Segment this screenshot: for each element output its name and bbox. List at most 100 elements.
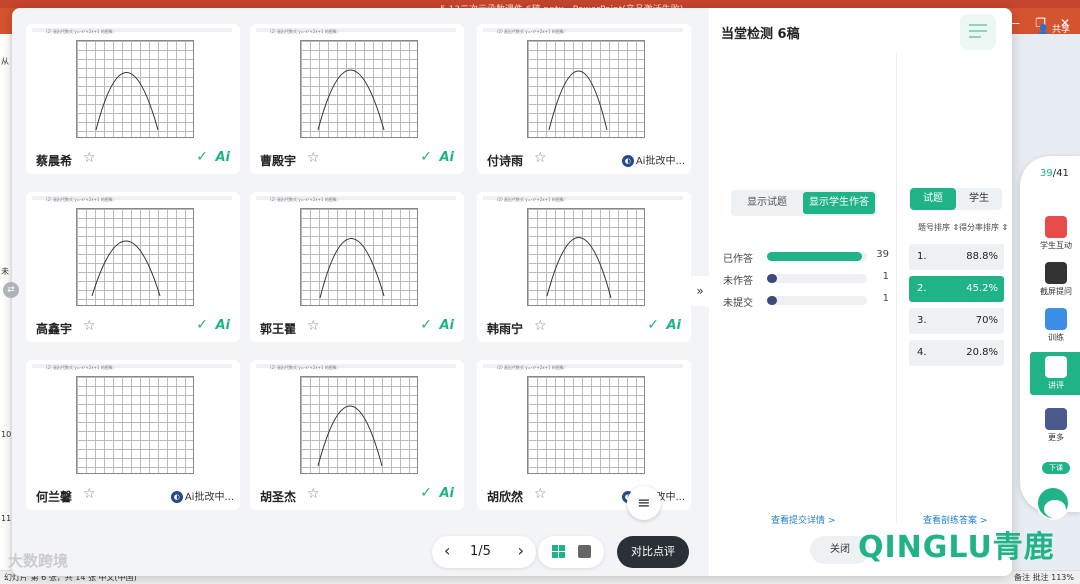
- grid-view-icon[interactable]: [552, 545, 565, 558]
- answer-thumbnail[interactable]: (2) 画出代数式 y=-x²+2x+1 的图象:: [477, 24, 691, 144]
- student-card[interactable]: (2) 画出代数式 y=-x²+2x+1 的图象: 胡圣杰 ☆ ✓ Ai: [250, 360, 464, 510]
- ai-grading-status: ◐Ai批改中...: [170, 488, 234, 503]
- stat-bar: [767, 274, 867, 283]
- count-total: /41: [1052, 168, 1069, 179]
- count-current: 39: [1040, 168, 1053, 179]
- panel-tabs: 试题 学生: [910, 188, 1002, 210]
- answer-thumbnail[interactable]: (2) 画出代数式 y=-x²+2x+1 的图象:: [26, 360, 240, 480]
- grading-text: Ai批改中...: [184, 492, 234, 503]
- ai-graded-badge: Ai: [215, 150, 230, 165]
- watermark-right: QINGLU青鹿: [858, 530, 1055, 565]
- ai-graded-badge: Ai: [439, 486, 454, 501]
- score-rate: 45.2%: [966, 283, 998, 294]
- mascot-avatar[interactable]: [1036, 486, 1070, 520]
- collapse-panel-button[interactable]: »: [691, 276, 709, 306]
- stat-count: 39: [876, 249, 889, 260]
- student-card[interactable]: (2) 画出代数式 y=-x²+2x+1 的图象: 郭王瞿 ☆ ✓ Ai: [250, 192, 464, 342]
- question-score-row[interactable]: 3. 70%: [909, 308, 1004, 334]
- toolbar-item-label: 训练: [1048, 333, 1064, 342]
- toolbar-item[interactable]: 训练: [1030, 308, 1080, 343]
- checked-icon: ✓: [420, 317, 432, 333]
- sort-by-score[interactable]: 得分率排序 ⇕: [959, 222, 1008, 233]
- favorite-star-icon[interactable]: ☆: [83, 486, 96, 502]
- question-score-row[interactable]: 4. 20.8%: [909, 340, 1004, 366]
- answer-thumbnail[interactable]: (2) 画出代数式 y=-x²+2x+1 的图象:: [26, 24, 240, 144]
- question-text: (2) 画出代数式 y=-x²+2x+1 的图象:: [497, 29, 566, 34]
- favorite-star-icon[interactable]: ☆: [307, 318, 320, 334]
- student-card[interactable]: (2) 画出代数式 y=-x²+2x+1 的图象: 蔡晨希 ☆ ✓ Ai: [26, 24, 240, 174]
- toolbar-item-icon: [1045, 356, 1067, 378]
- favorite-star-icon[interactable]: ☆: [534, 318, 547, 334]
- toolbar-item-label: 更多: [1048, 433, 1064, 442]
- student-card[interactable]: (2) 画出代数式 y=-x²+2x+1 的图象: 何兰馨 ☆ ◐ Ai批改中...: [26, 360, 240, 510]
- checked-icon: ✓: [420, 485, 432, 501]
- question-text: (2) 画出代数式 y=-x²+2x+1 的图象:: [270, 29, 339, 34]
- compare-review-button[interactable]: 对比点评: [617, 536, 689, 568]
- question-number: 2.: [917, 283, 927, 294]
- favorite-star-icon[interactable]: ☆: [83, 318, 96, 334]
- show-answers-button[interactable]: 显示学生作答: [803, 192, 875, 214]
- favorite-star-icon[interactable]: ☆: [307, 486, 320, 502]
- student-card[interactable]: (2) 画出代数式 y=-x²+2x+1 的图象: 高鑫宇 ☆ ✓ Ai: [26, 192, 240, 342]
- tab-student[interactable]: 学生: [956, 188, 1002, 210]
- answer-thumbnail[interactable]: (2) 画出代数式 y=-x²+2x+1 的图象:: [26, 192, 240, 312]
- stat-bar: [767, 252, 867, 261]
- view-toggle: [538, 536, 604, 568]
- single-view-icon[interactable]: [578, 545, 591, 558]
- watermark-left: 大数跨境: [8, 552, 69, 570]
- graph-grid: [527, 376, 645, 474]
- stat-label: 已作答: [723, 254, 753, 265]
- toolbar-item[interactable]: 学生互动: [1030, 216, 1080, 251]
- stat-fill: [767, 252, 862, 261]
- favorite-star-icon[interactable]: ☆: [307, 150, 320, 166]
- favorite-star-icon[interactable]: ☆: [83, 150, 96, 166]
- prev-page-button[interactable]: ‹: [444, 541, 450, 560]
- swap-icon[interactable]: ⇄: [3, 282, 19, 298]
- toolbar-item[interactable]: 更多: [1030, 408, 1080, 443]
- ai-graded-badge: Ai: [215, 318, 230, 333]
- question-text: (2) 画出代数式 y=-x²+2x+1 的图象:: [497, 197, 566, 202]
- score-rate: 70%: [975, 315, 998, 326]
- student-curve: [546, 237, 612, 299]
- student-curve: [317, 69, 385, 131]
- favorite-star-icon[interactable]: ☆: [534, 486, 547, 502]
- end-class-badge[interactable]: 下课: [1042, 462, 1070, 474]
- student-card[interactable]: (2) 画出代数式 y=-x²+2x+1 的图象:胡欣然☆◐Ai批改中...: [477, 360, 691, 510]
- sort-by-number[interactable]: 题号排序 ⇕: [918, 222, 959, 233]
- student-card[interactable]: (2) 画出代数式 y=-x²+2x+1 的图象: 付诗雨 ☆ ◐ Ai批改中...: [477, 24, 691, 174]
- detection-panel: 当堂检测 6稿 显示试题 显示学生作答 已作答 39 未作答 1 未提交 1 查看提交详情…: [709, 8, 1012, 576]
- question-text: (2) 画出代数式 y=-x²+2x+1 的图象:: [46, 29, 115, 34]
- question-score-row[interactable]: 2. 45.2%: [909, 276, 1004, 302]
- next-page-button[interactable]: ›: [518, 541, 524, 560]
- graph-grid: [76, 376, 194, 474]
- question-number: 1.: [917, 251, 927, 262]
- student-name: 何兰馨: [36, 490, 73, 504]
- show-question-button[interactable]: 显示试题: [731, 190, 803, 216]
- student-name: 付诗雨: [487, 154, 524, 168]
- stat-label: 未提交: [723, 298, 753, 309]
- panel-divider: [896, 53, 897, 523]
- answer-thumbnail[interactable]: (2) 画出代数式 y=-x²+2x+1 的图象:: [477, 360, 691, 480]
- answer-thumbnail[interactable]: (2) 画出代数式 y=-x²+2x+1 的图象:: [250, 360, 464, 480]
- tab-question[interactable]: 试题: [910, 188, 956, 210]
- student-curve: [95, 72, 159, 131]
- stat-label: 未作答: [723, 276, 753, 287]
- question-number: 3.: [917, 315, 927, 326]
- answer-thumbnail[interactable]: (2) 画出代数式 y=-x²+2x+1 的图象:: [477, 192, 691, 312]
- answer-thumbnail[interactable]: (2) 画出代数式 y=-x²+2x+1 的图象:: [250, 192, 464, 312]
- toolbar-item[interactable]: 讲评: [1030, 352, 1080, 395]
- question-text: (2) 画出代数式 y=-x²+2x+1 的图象:: [497, 365, 566, 370]
- ai-graded-badge: Ai: [439, 318, 454, 333]
- student-card[interactable]: (2) 画出代数式 y=-x²+2x+1 的图象: 曹殿宇 ☆ ✓ Ai: [250, 24, 464, 174]
- question-number: 4.: [917, 347, 927, 358]
- view-submit-details-link[interactable]: 查看提交详情 >: [771, 513, 835, 526]
- student-name: 高鑫宇: [36, 322, 73, 336]
- favorite-star-icon[interactable]: ☆: [534, 150, 547, 166]
- toolbar-item[interactable]: 截屏提问: [1030, 262, 1080, 297]
- stat-row: 已作答 39: [723, 248, 889, 265]
- student-card[interactable]: (2) 画出代数式 y=-x²+2x+1 的图象: 韩雨宁 ☆ ✓ Ai: [477, 192, 691, 342]
- menu-button[interactable]: ≡: [627, 486, 661, 520]
- answer-thumbnail[interactable]: (2) 画出代数式 y=-x²+2x+1 的图象:: [250, 24, 464, 144]
- student-curve: [317, 405, 383, 467]
- question-score-row[interactable]: 1. 88.8%: [909, 244, 1004, 270]
